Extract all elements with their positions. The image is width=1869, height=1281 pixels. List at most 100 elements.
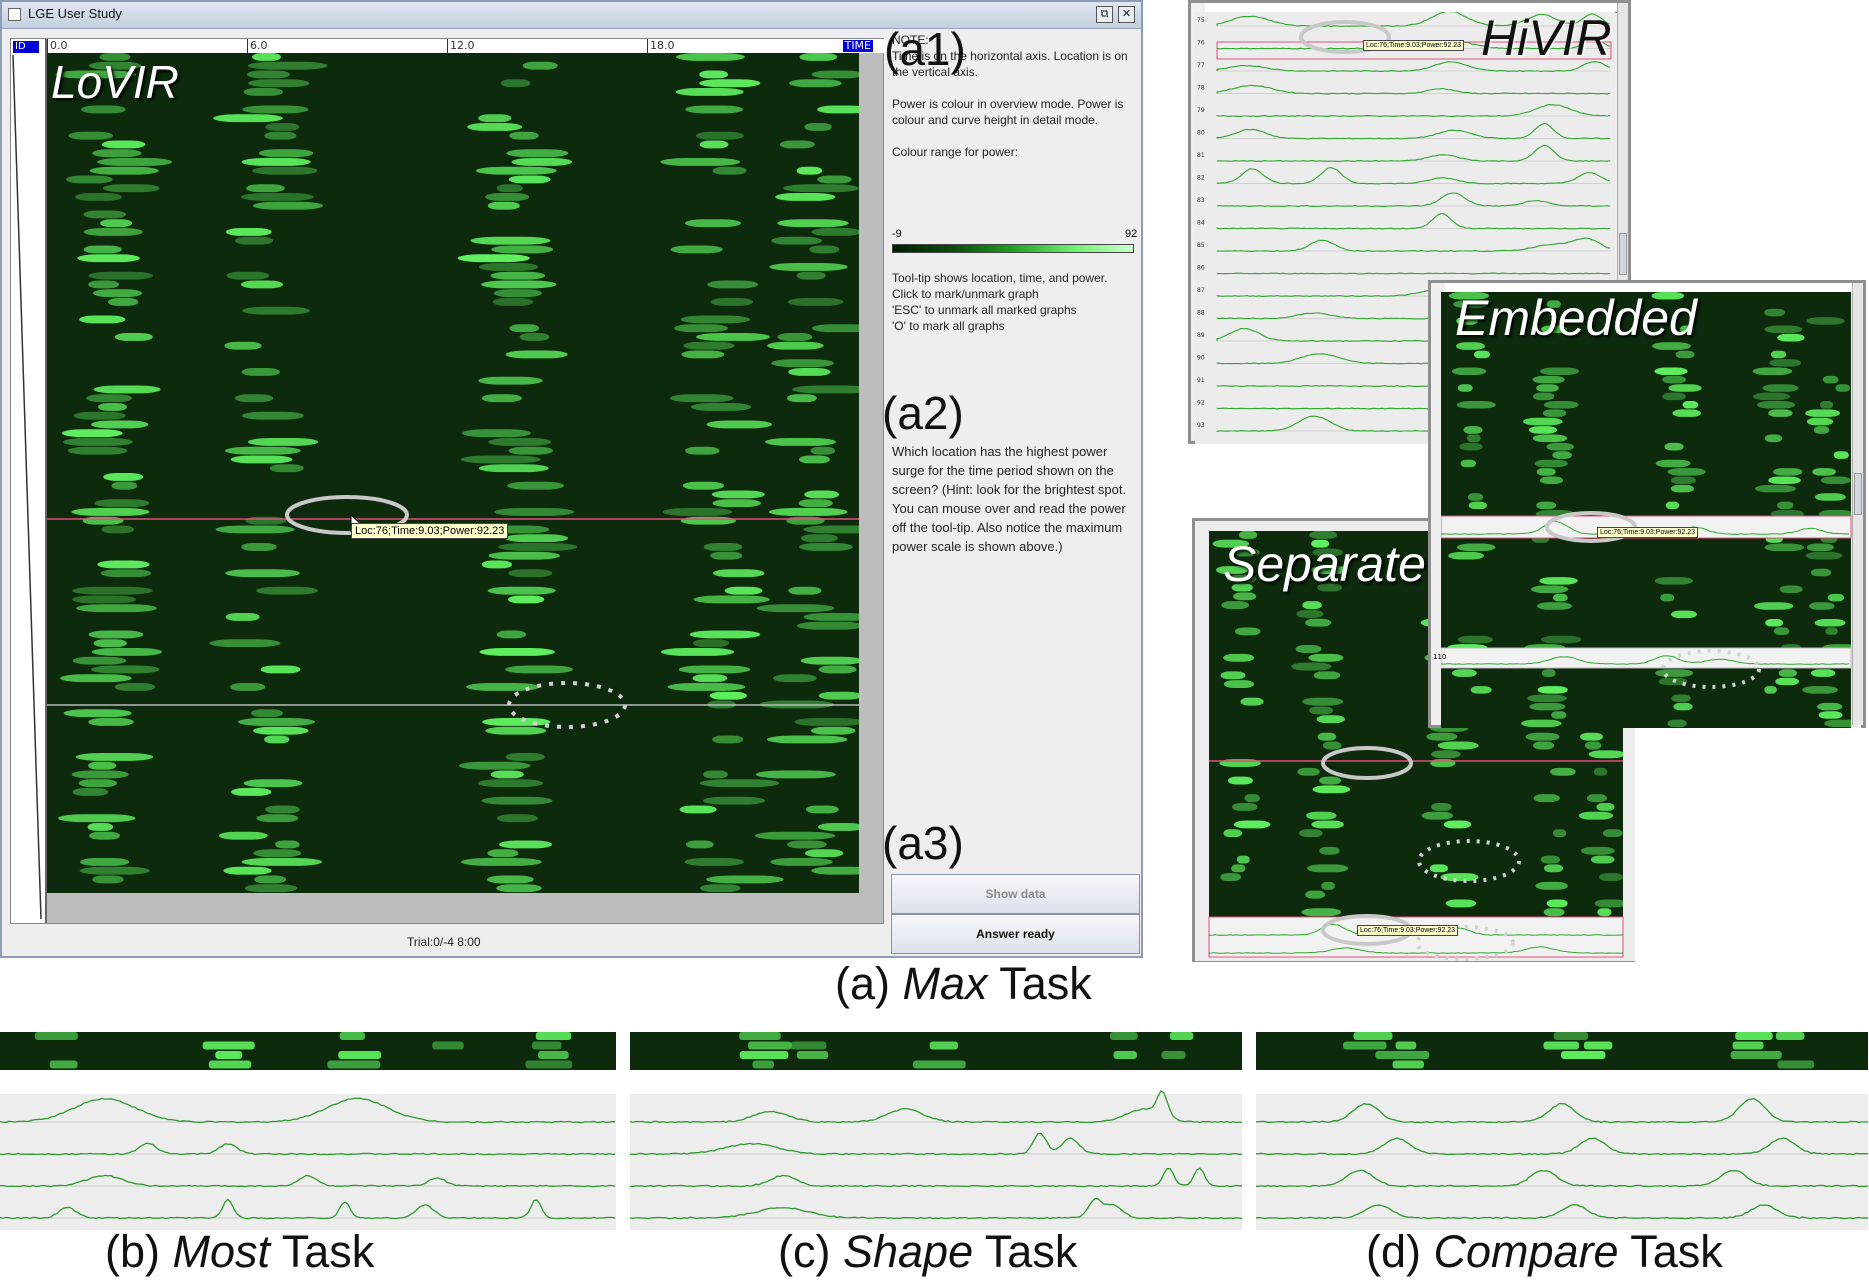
heat-cell (243, 779, 303, 788)
heat-cell (275, 840, 300, 849)
embedded-heat-cell (1779, 585, 1803, 594)
separate-heat-cell (1302, 601, 1322, 610)
separate-heat-cell (1227, 776, 1253, 785)
heat-cell (811, 70, 859, 79)
id-column[interactable]: ID (11, 39, 47, 923)
window-title: LGE User Study (28, 6, 122, 21)
hivir-scroll-thumb[interactable] (1619, 233, 1627, 275)
heat-cell (101, 525, 135, 534)
embedded-heat-cell (1777, 333, 1805, 342)
separate-heat-cell (1301, 908, 1342, 917)
embedded-heat-cell (1654, 367, 1688, 376)
heat-cell (79, 315, 126, 324)
heat-cell (481, 394, 522, 403)
heat-cell (225, 569, 300, 578)
separate-label: Separate (1223, 536, 1426, 592)
heat-cell (100, 219, 133, 228)
heat-cell (88, 280, 120, 289)
heat-cell (242, 105, 309, 114)
separate-heat-cell (1234, 627, 1261, 636)
embedded-heat-cell (1768, 409, 1793, 417)
show-data-button[interactable]: Show data (891, 874, 1140, 914)
heat-cell (692, 674, 728, 683)
heat-cell (63, 709, 132, 718)
embedded-heat-cell (1753, 392, 1791, 401)
embedded-heat-cell (1457, 384, 1473, 392)
heat-cell (75, 753, 154, 761)
heat-cell (662, 508, 733, 516)
heat-cell (755, 770, 836, 779)
heat-cell (93, 289, 143, 298)
power-heatmap[interactable] (47, 53, 859, 893)
heat-cell (676, 53, 745, 61)
embedded-scroll-thumb[interactable] (1854, 473, 1862, 515)
heat-cell (789, 79, 842, 88)
heat-cell (460, 455, 541, 464)
answer-ready-button[interactable]: Answer ready (891, 914, 1140, 954)
separate-heat-cell (1233, 592, 1257, 601)
heat-cell (490, 770, 524, 779)
separate-heat-cell (1540, 855, 1561, 864)
embedded-heat-cell (1817, 702, 1843, 711)
heat-cell (506, 149, 569, 158)
caption-a-prefix: (a) (835, 958, 903, 1009)
separate-heat-cell (1593, 767, 1608, 776)
caption-b-prefix: (b) (105, 1226, 173, 1277)
heat-cell (94, 499, 150, 508)
window-menu-icon[interactable] (8, 8, 21, 21)
heat-cell (72, 656, 127, 665)
embedded-heat-cell (1820, 401, 1834, 409)
hivir-row-label: 90 (1197, 355, 1205, 362)
hivir-row-label: 93 (1197, 422, 1205, 429)
embedded-heat-cell (1775, 677, 1800, 686)
heat-cell (224, 341, 262, 350)
heat-cell (674, 324, 728, 333)
heat-cell (89, 831, 120, 840)
heat-cell (488, 438, 552, 446)
hivir-row-label: 79 (1197, 107, 1205, 114)
heat-cell (766, 735, 848, 744)
separate-heat-cell (1543, 864, 1564, 873)
embedded-heat-cell (1540, 635, 1582, 644)
heat-cell (799, 53, 838, 61)
embedded-heat-cell (1671, 694, 1691, 703)
task-curve-panel (0, 1094, 616, 1230)
embedded-heat-cell (1457, 635, 1493, 644)
heat-cell (724, 586, 763, 595)
heat-cell (253, 849, 302, 858)
separate-heat-cell (1317, 732, 1337, 741)
heat-cell (92, 875, 124, 884)
heat-cell (225, 446, 301, 455)
heat-cell (493, 289, 542, 298)
embedded-heat-cell (1541, 669, 1556, 677)
heat-cell (796, 271, 826, 280)
embedded-heat-cell (1655, 459, 1691, 468)
heat-cell (805, 805, 839, 814)
embedded-view[interactable] (1441, 292, 1861, 728)
task-heat-cell (752, 1060, 774, 1069)
restore-icon[interactable]: ⧉ (1096, 6, 1113, 23)
heat-cell (114, 683, 156, 691)
hivir-row-label: 83 (1197, 197, 1205, 204)
embedded-scrollbar[interactable] (1852, 283, 1863, 725)
axis-tick: 18.0 (647, 39, 675, 53)
heat-cell (496, 884, 542, 893)
embedded-heat-cell (1814, 493, 1846, 501)
task-heat-cell (339, 1032, 365, 1040)
heat-cell (241, 368, 281, 376)
heat-cell (505, 665, 573, 674)
hivir-row-label: 87 (1197, 287, 1205, 294)
task-heat-cell (1732, 1041, 1764, 1050)
heat-cell (756, 604, 835, 613)
embedded-heat-cell (1463, 426, 1483, 434)
heat-cell (481, 280, 557, 289)
heat-cell (771, 359, 834, 368)
embedded-heat-cell (1802, 686, 1838, 694)
embedded-heat-cell (1670, 484, 1695, 493)
hivir-row-label: 77 (1197, 62, 1205, 69)
heat-cell (509, 324, 540, 333)
heat-cell (478, 376, 543, 385)
heat-cell (805, 849, 844, 858)
close-icon[interactable]: ✕ (1118, 6, 1135, 23)
hivir-row-label: 76 (1197, 40, 1205, 47)
